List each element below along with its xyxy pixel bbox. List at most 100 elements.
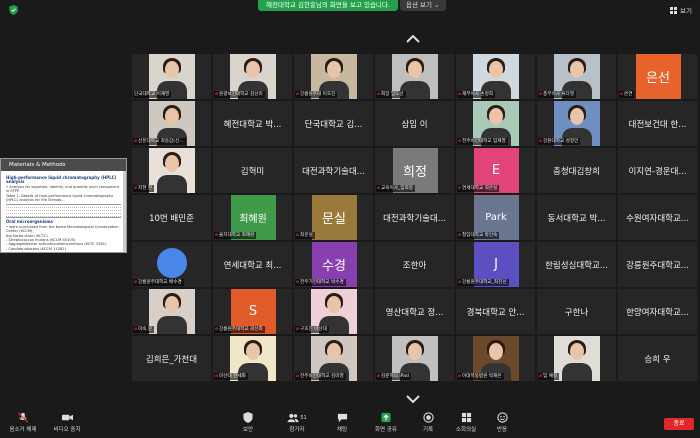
participant-tile[interactable]: ⌀ 강릉원주대 이호진 bbox=[294, 54, 373, 99]
participant-tile[interactable]: 수원여자대학교... bbox=[618, 195, 697, 240]
participant-label: ⌀ 회장 임도선 bbox=[376, 91, 406, 98]
chat-button[interactable]: 채팅 bbox=[330, 412, 354, 433]
view-button[interactable]: 보기 bbox=[670, 5, 692, 15]
participant-label: ⌀ 은연 bbox=[619, 91, 635, 98]
participant-tile[interactable]: ⌀ 강릉원주대학교 배수경 bbox=[132, 242, 211, 287]
participant-tile[interactable]: 동서대학교 박... bbox=[537, 195, 616, 240]
participant-tile[interactable]: 조한아 bbox=[375, 242, 454, 287]
participant-tile[interactable]: ⌀ 재무이사 손정희 bbox=[456, 54, 535, 99]
participant-tile[interactable]: ⌀ 임 예정 bbox=[537, 336, 616, 381]
participant-label-text: 회장 임도선 bbox=[381, 92, 404, 97]
participant-tile[interactable]: ⌀ 구호진 마산대 bbox=[294, 289, 373, 334]
participant-name: 강릉원주대학교... bbox=[626, 260, 689, 271]
participant-name: 연세대학교 최... bbox=[223, 260, 282, 271]
participant-tile[interactable]: E ⌀ 연세대학교 최은실 bbox=[456, 148, 535, 193]
participant-name: 충청대김창희 bbox=[553, 166, 600, 177]
participant-tile[interactable]: 김혁미 bbox=[213, 148, 292, 193]
participant-tile[interactable]: ⌀ 김준혁의 iPad bbox=[375, 336, 454, 381]
participant-label: ⌀ 임 예정 bbox=[538, 373, 560, 380]
muted-mic-icon: ⌀ bbox=[296, 326, 300, 332]
share-screen-button[interactable]: 화면 공유 bbox=[371, 412, 401, 433]
participant-tile[interactable]: 대전과학기술대... bbox=[294, 148, 373, 193]
participant-label: ⌀ 최문실 bbox=[295, 232, 315, 239]
participant-tile[interactable]: 한양여자대학교... bbox=[618, 289, 697, 334]
participant-name: 대전보건대 한... bbox=[628, 119, 687, 130]
participant-label: ⌀ 전주기전대학교 박수경 bbox=[295, 279, 346, 286]
participant-name: 10번 배민준 bbox=[149, 213, 194, 224]
muted-mic-icon: ⌀ bbox=[296, 279, 300, 285]
participant-tile[interactable]: 최혜원 ⌀ 을지대학교 최혜원 bbox=[213, 195, 292, 240]
participant-tile[interactable]: 승희 우 bbox=[618, 336, 697, 381]
slide-heading: High-performance liquid chromatography (… bbox=[6, 175, 117, 185]
participant-tile[interactable]: 연세대학교 최... bbox=[213, 242, 292, 287]
participant-name: 영산대학교 정... bbox=[385, 307, 444, 318]
participant-tile[interactable]: 구한나 bbox=[537, 289, 616, 334]
view-options-button[interactable]: 옵션 보기 ⌄ bbox=[400, 0, 446, 11]
participant-tile[interactable]: 대전과학기술대... bbox=[375, 195, 454, 240]
participant-name: 대전과학기술대... bbox=[302, 166, 365, 177]
participants-button-label: 참가자 bbox=[289, 427, 305, 433]
participant-tile[interactable]: 희정 ⌀ 교육이사_임희정 bbox=[375, 148, 454, 193]
participant-tile[interactable]: 강릉원주대학교... bbox=[618, 242, 697, 287]
security-button[interactable]: 보안 bbox=[236, 412, 260, 433]
participant-tile[interactable]: 경북대학교 안... bbox=[456, 289, 535, 334]
participant-tile[interactable]: ⌀ 미숙 문 bbox=[132, 289, 211, 334]
mute-button[interactable]: 음소거 해제 bbox=[6, 412, 40, 433]
record-button[interactable]: 기록 bbox=[416, 412, 440, 433]
muted-mic-icon: ⌀ bbox=[215, 373, 219, 379]
participant-tile[interactable]: S ⌀ 강릉원주대학교 곽선희 bbox=[213, 289, 292, 334]
participant-tile[interactable]: 충청대김창희 bbox=[537, 148, 616, 193]
meeting-toolbar: 음소거 해제 비디오 중지 보안 51 참가자 채팅 화면 공유 기록 소회의실… bbox=[0, 410, 700, 438]
participant-tile[interactable]: ⌀ 강원대학교 성정민 bbox=[537, 101, 616, 146]
breakout-rooms-button[interactable]: 소회의실 bbox=[452, 412, 480, 433]
participant-tile[interactable]: ⌀ 전주비전대학교 김미영 bbox=[294, 336, 373, 381]
shared-screen-thumbnail[interactable]: Materials & Methods High-performance liq… bbox=[0, 158, 127, 253]
participant-tile[interactable]: 삼임 이 bbox=[375, 101, 454, 146]
reactions-button[interactable]: 반응 bbox=[490, 412, 514, 433]
participant-label: ⌀ 을지대학교 최혜원 bbox=[214, 232, 257, 239]
participant-label-text: 전주비전대학교 임재영 bbox=[462, 139, 506, 144]
page-down-chevron-icon[interactable] bbox=[405, 394, 421, 404]
slide-scrollbar[interactable] bbox=[123, 171, 126, 252]
participant-name: 동서대학교 박... bbox=[547, 213, 606, 224]
participant-label: ⌀ 강릉원주대학교_최진선 bbox=[457, 279, 509, 286]
participant-tile[interactable]: 김희은_가천대 bbox=[132, 336, 211, 381]
participant-tile[interactable]: 10번 배민준 bbox=[132, 195, 211, 240]
participant-tile[interactable]: ⌀ 마산대 한세화 bbox=[213, 336, 292, 381]
participant-label-text: 전주기전대학교 박수경 bbox=[300, 280, 344, 285]
participant-tile[interactable]: 문실 ⌀ 최문실 bbox=[294, 195, 373, 240]
stop-video-button[interactable]: 비디오 중지 bbox=[50, 412, 84, 433]
muted-mic-icon: ⌀ bbox=[620, 91, 624, 97]
participant-name: 삼임 이 bbox=[401, 119, 428, 130]
participant-tile[interactable]: 혜전대학교 박... bbox=[213, 101, 292, 146]
participant-label-text: 강원대학교 성정민 bbox=[543, 139, 579, 144]
participant-tile[interactable]: Park ⌀ 청암대학교 박인숙 bbox=[456, 195, 535, 240]
participant-tile[interactable]: J ⌀ 강릉원주대학교_최진선 bbox=[456, 242, 535, 287]
participants-button[interactable]: 51 참가자 bbox=[283, 412, 311, 433]
participant-label: ⌀ 강릉원주대학교 배수경 bbox=[133, 279, 184, 286]
participant-tile[interactable]: ⌀ 선문대학교 최용갑(신... bbox=[132, 101, 211, 146]
participant-tile[interactable]: 은선 ⌀ 은연 bbox=[618, 54, 697, 99]
participant-label: ⌀ 청암대학교 박인숙 bbox=[457, 232, 500, 239]
participant-tile[interactable]: ⌀ 이대목동병원 박재은 bbox=[456, 336, 535, 381]
participant-label: ⌀ 선문대학교 최용갑(신... bbox=[133, 138, 186, 145]
participant-tile[interactable]: ⌀ 원광보건대학교 김선미 bbox=[213, 54, 292, 99]
participant-tile[interactable]: 단국대학교 김... bbox=[294, 101, 373, 146]
participant-label-text: 이대목동병원 박재은 bbox=[462, 374, 502, 379]
participant-tile[interactable]: 단국대학교 이재영 bbox=[132, 54, 211, 99]
participant-tile[interactable]: 영산대학교 정... bbox=[375, 289, 454, 334]
participant-tile[interactable]: ⌀ 지현 한 bbox=[132, 148, 211, 193]
page-up-chevron-icon[interactable] bbox=[405, 34, 421, 44]
participant-tile[interactable]: ⌀ 총무이사 류다영 bbox=[537, 54, 616, 99]
participant-tile[interactable]: 대전보건대 한... bbox=[618, 101, 697, 146]
participant-label: ⌀ 재무이사 손정희 bbox=[457, 91, 496, 98]
participant-tile[interactable]: 수경 ⌀ 전주기전대학교 박수경 bbox=[294, 242, 373, 287]
shield-icon[interactable] bbox=[9, 5, 18, 15]
end-meeting-button[interactable]: 종료 bbox=[664, 418, 694, 430]
participant-tile[interactable]: 이지연-경운대... bbox=[618, 148, 697, 193]
participant-tile[interactable]: ⌀ 전주비전대학교 임재영 bbox=[456, 101, 535, 146]
participant-label: ⌀ 구호진 마산대 bbox=[295, 326, 329, 333]
participant-tile[interactable]: ⌀ 회장 임도선 bbox=[375, 54, 454, 99]
participant-label-text: 최문실 bbox=[300, 233, 313, 238]
participant-tile[interactable]: 한림성심대학교... bbox=[537, 242, 616, 287]
